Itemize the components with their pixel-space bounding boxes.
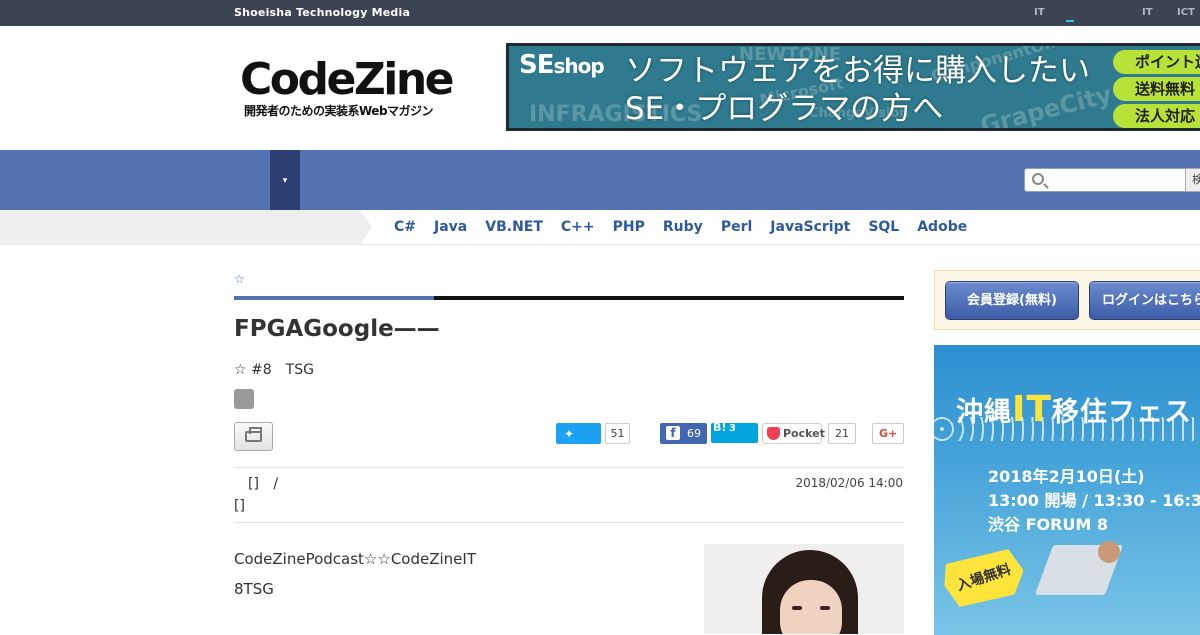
lang-link-adobe[interactable]: Adobe	[917, 219, 967, 235]
lang-link-php[interactable]: PHP	[613, 219, 645, 235]
article-paragraph: CodeZinePodcast☆☆CodeZineIT	[234, 550, 476, 568]
twitter-share-count: 51	[605, 423, 630, 444]
search-button[interactable]: 検	[1185, 168, 1200, 192]
banner-pill-corporate: 法人対応	[1113, 104, 1200, 128]
ad-free-badge: 入場無料	[938, 542, 1030, 614]
top-bar: Shoeisha Technology Media IT IT ICT	[0, 0, 1200, 26]
site-header: CodeZine 開発者のための実装系Webマガジン INFRAGISTICS …	[0, 26, 1200, 150]
printer-icon	[245, 427, 262, 442]
login-button[interactable]: ログインはこちら	[1089, 281, 1200, 320]
search-box[interactable]: 検	[1024, 168, 1200, 192]
lang-link-csharp[interactable]: C#	[394, 219, 416, 235]
article-photo	[704, 544, 904, 634]
publisher-brand-link[interactable]: Shoeisha Technology Media	[234, 6, 410, 19]
member-box: 会員登録(無料) ログインはこちら	[934, 270, 1200, 330]
seshop-logo-se: SE	[519, 50, 554, 80]
main-nav: ▾ 検	[0, 150, 1200, 210]
pocket-icon	[767, 427, 780, 440]
title-rule	[234, 296, 904, 300]
banner-headline-line2: SE・プログラマの方へ	[625, 91, 944, 127]
search-icon	[1032, 173, 1044, 185]
banner-headline-line1: ソフトウェアをお得に購入したい	[625, 53, 1090, 89]
facebook-share-button[interactable]: f 69	[660, 423, 707, 444]
seshop-logo: SEshop	[519, 50, 605, 80]
lang-link-java[interactable]: Java	[434, 219, 467, 235]
logo-tagline: 開発者のための実装系Webマガジン	[244, 104, 434, 118]
seshop-logo-shop: shop	[553, 54, 605, 78]
article-series: ☆ #8 TSG	[234, 362, 314, 378]
top-tab-indicator	[1066, 20, 1074, 22]
twitter-share-button[interactable]: ✦	[556, 423, 601, 444]
article-title: FPGAGoogle——	[234, 316, 440, 342]
title-rule-accent	[234, 296, 434, 300]
ad-venue: 渋谷 FORUM 8	[988, 515, 1109, 534]
banner-headline: ソフトウェアをお得に購入したい SE・プログラマの方へ	[625, 52, 1090, 128]
photo-eye	[792, 606, 802, 610]
pocket-label: Pocket	[783, 427, 825, 440]
article-paragraph: 8TSG	[234, 580, 274, 598]
photo-eye	[820, 606, 830, 610]
lang-link-cpp[interactable]: C++	[561, 219, 595, 235]
gplus-share-button[interactable]: G+	[872, 423, 904, 444]
hatena-bookmark-button[interactable]: B! 3	[711, 421, 758, 443]
top-link-ict[interactable]: ICT	[1177, 7, 1195, 18]
lang-link-vbnet[interactable]: VB.NET	[485, 219, 543, 235]
logo-wordmark: CodeZine	[240, 54, 455, 105]
hatena-icon: B!	[713, 421, 727, 434]
pocket-button[interactable]: Pocket	[762, 423, 825, 444]
article-author: [] /	[248, 476, 279, 492]
top-link-it-1[interactable]: IT	[1034, 7, 1045, 18]
language-bar: C# Java VB.NET C++ PHP Ruby Perl JavaScr…	[0, 210, 1200, 245]
chevron-down-icon: ▾	[282, 176, 288, 186]
site-logo[interactable]: CodeZine 開発者のための実装系Webマガジン	[240, 54, 455, 119]
lang-link-javascript[interactable]: JavaScript	[770, 219, 850, 235]
article-tag[interactable]	[234, 389, 254, 409]
ad-date: 2018年2月10日(土)	[988, 467, 1145, 486]
lang-link-sql[interactable]: SQL	[868, 219, 899, 235]
ad-dotted-line	[934, 417, 1200, 441]
twitter-icon: ✦	[564, 427, 575, 441]
meta-divider	[234, 467, 904, 468]
facebook-icon: f	[666, 426, 680, 440]
seshop-banner-ad[interactable]: INFRAGISTICS GrapeCity ComponentOne NEWT…	[506, 43, 1200, 131]
lang-link-perl[interactable]: Perl	[721, 219, 752, 235]
print-button[interactable]	[234, 422, 273, 451]
nav-dropdown-toggle[interactable]: ▾	[270, 150, 300, 210]
ad-person-illustration	[1098, 541, 1120, 563]
hatena-count: 3	[729, 423, 736, 434]
okinawa-fest-ad[interactable]: 沖縄IT移住フェス 2018年2月10日(土) 13:00 開場 / 13:30…	[934, 345, 1200, 635]
language-bar-arrow	[0, 210, 372, 245]
search-input[interactable]	[1051, 171, 1181, 189]
register-button[interactable]: 会員登録(無料)	[945, 281, 1079, 320]
pocket-count: 21	[828, 423, 856, 444]
category-breadcrumb[interactable]: ☆	[234, 272, 245, 286]
facebook-share-count: 69	[687, 427, 701, 440]
gplus-icon: G+	[879, 427, 898, 440]
language-links: C# Java VB.NET C++ PHP Ruby Perl JavaScr…	[394, 219, 985, 235]
top-link-it-2[interactable]: IT	[1142, 7, 1153, 18]
lang-link-ruby[interactable]: Ruby	[663, 219, 703, 235]
banner-pill-points: ポイント還	[1113, 50, 1200, 74]
article-date: 2018/02/06 14:00	[795, 476, 903, 490]
article-author-role: []	[234, 498, 245, 514]
ad-time: 13:00 開場 / 13:30 - 16:30	[988, 491, 1200, 510]
meta-divider	[234, 522, 904, 523]
banner-pill-free-shipping: 送料無料	[1113, 77, 1200, 101]
photo-face	[780, 580, 842, 634]
